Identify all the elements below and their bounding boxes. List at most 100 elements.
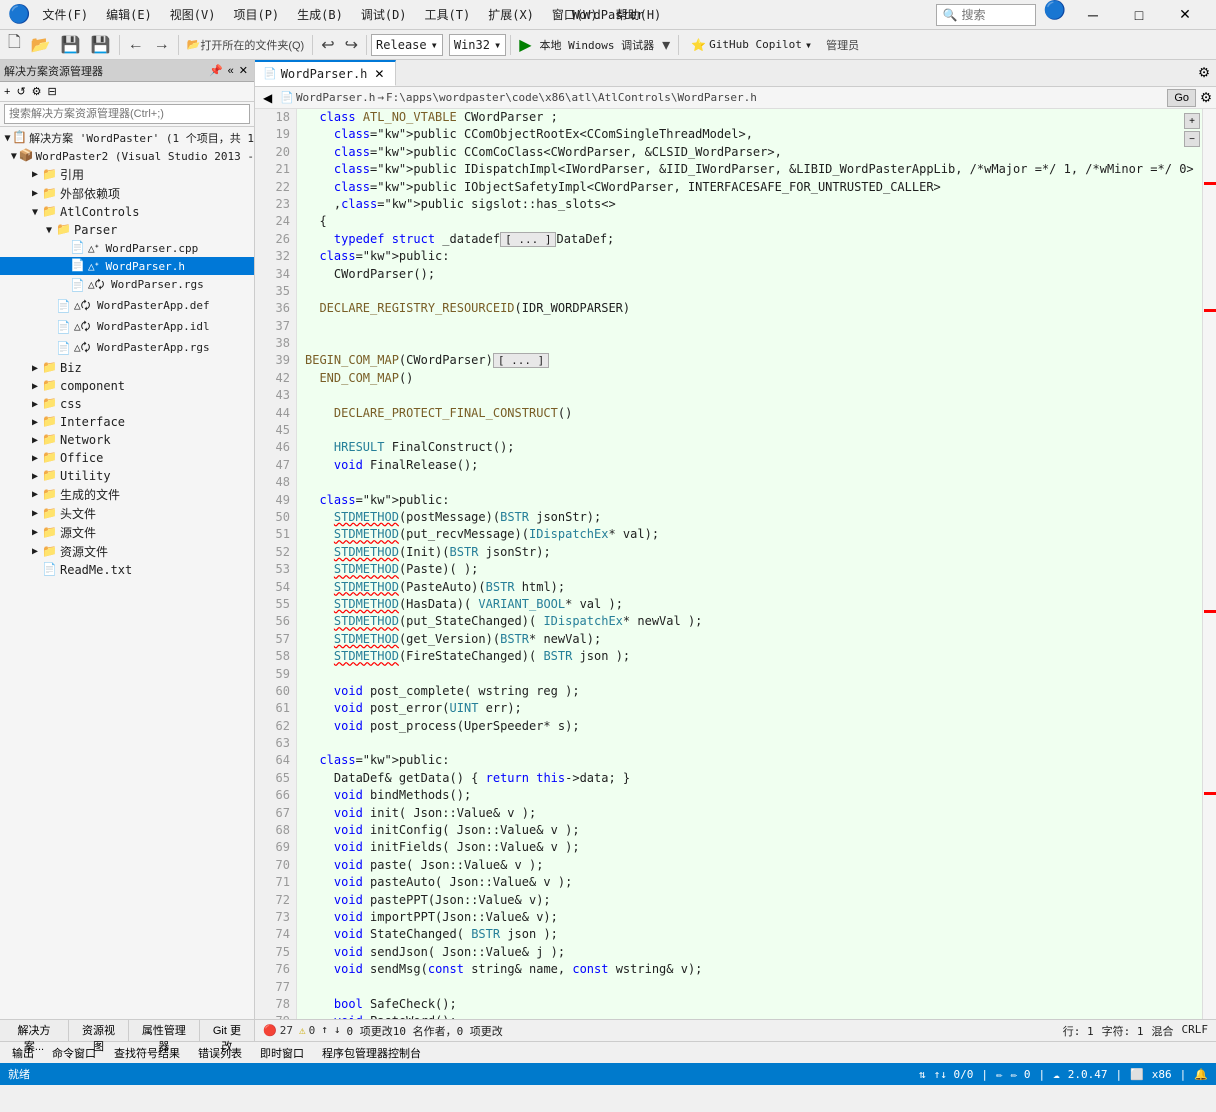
toolbar-open-folder-btn[interactable]: 📂 打开所在的文件夹(Q) [183, 35, 309, 55]
menu-extensions[interactable]: 扩展(X) [480, 2, 542, 27]
platform-dropdown[interactable]: Win32 ▾ [449, 34, 506, 56]
zoom-in-btn[interactable]: + [1184, 113, 1200, 129]
copilot-btn[interactable]: ⭐ GitHub Copilot ▾ [691, 38, 812, 52]
menu-edit[interactable]: 编辑(E) [98, 2, 160, 27]
nav-up-icon[interactable]: ↑ [321, 1023, 328, 1039]
tree-item-interface[interactable]: ▶ 📁 Interface [0, 413, 254, 431]
code-content[interactable]: class ATL_NO_VTABLE CWordParser ; class=… [297, 109, 1216, 1019]
toolbar-back-btn[interactable]: ← [124, 34, 148, 56]
nav-go-btn[interactable]: Go [1167, 89, 1196, 107]
resource-view-tab-btn[interactable]: 资源视图 [69, 1020, 129, 1041]
tab-bar: 📄 WordParser.h ✕ ⚙ [255, 60, 1216, 87]
config-dropdown[interactable]: Release ▾ [371, 34, 443, 56]
toolbar-save-all-btn[interactable]: 💾 [87, 33, 115, 57]
network-label: Network [60, 433, 111, 447]
find-symbols-tab-btn[interactable]: 查找符号结果 [106, 1043, 188, 1063]
tree-item-wordparser-h[interactable]: 📄 △ᐩ WordParser.h [0, 257, 254, 275]
menu-debug[interactable]: 调试(D) [353, 2, 415, 27]
menu-tools[interactable]: 工具(T) [417, 2, 479, 27]
cmd-tab-btn[interactable]: 命令窗口 [44, 1043, 104, 1063]
tree-item-app-idl[interactable]: 📄 △🗘 WordPasterApp.idl [0, 317, 254, 338]
tree-item-resources[interactable]: ▶ 📁 资源文件 [0, 542, 254, 561]
tree-item-solution[interactable]: ▼ 📋 解决方案 'WordPaster' (1 个项目，共 1 [0, 129, 254, 147]
menu-file[interactable]: 文件(F) [34, 2, 96, 27]
run-button[interactable]: ▶ [515, 33, 535, 57]
close-button[interactable]: ✕ [1162, 0, 1208, 30]
tree-item-wordparser-cpp[interactable]: 📄 △ᐩ WordParser.cpp [0, 239, 254, 257]
zoom-out-btn[interactable]: − [1184, 131, 1200, 147]
tree-item-biz[interactable]: ▶ 📁 Biz [0, 359, 254, 377]
tree-item-office[interactable]: ▶ 📁 Office [0, 449, 254, 467]
nav-prev-btn[interactable]: ◀ [259, 90, 276, 106]
tree-item-ref[interactable]: ▶ 📁 引用 [0, 165, 254, 184]
pencil-icon: ✏ [996, 1068, 1003, 1081]
output-tab-btn[interactable]: 输出 [4, 1043, 42, 1063]
status-sep-4: | [1180, 1068, 1187, 1081]
tree-item-parser[interactable]: ▼ 📁 Parser [0, 221, 254, 239]
tree-item-app-def[interactable]: 📄 △🗘 WordPasterApp.def [0, 296, 254, 317]
nav-path: 📄 WordParser.h → F:\apps\wordpaster\code… [280, 91, 1163, 104]
menu-project[interactable]: 项目(P) [225, 2, 287, 27]
tree-item-utility[interactable]: ▶ 📁 Utility [0, 467, 254, 485]
run-split-btn[interactable]: ▾ [658, 33, 674, 57]
tab-close-btn[interactable]: ✕ [371, 66, 387, 82]
property-manager-tab-btn[interactable]: 属性管理器 [129, 1020, 200, 1041]
tree-item-project[interactable]: ▼ 📦 WordPaster2 (Visual Studio 2013 - [0, 147, 254, 165]
panel-close-btn[interactable]: ✕ [237, 63, 250, 78]
tree-item-readme[interactable]: 📄 ReadMe.txt [0, 561, 254, 579]
toolbar-undo-btn[interactable]: ↩ [317, 33, 338, 57]
solution-filter-btn[interactable]: ⚙ [30, 84, 44, 99]
git-changes-tab-btn[interactable]: Git 更改 [200, 1020, 254, 1041]
tree-item-network[interactable]: ▶ 📁 Network [0, 431, 254, 449]
tab-wordparser-h[interactable]: 📄 WordParser.h ✕ [255, 60, 396, 86]
editor-status-right: 行: 1 字符: 1 混合 CRLF [1063, 1023, 1208, 1039]
tree-item-generated[interactable]: ▶ 📁 生成的文件 [0, 485, 254, 504]
tab-settings-btn[interactable]: ⚙ [1192, 60, 1216, 86]
package-console-tab-btn[interactable]: 程序包管理器控制台 [314, 1043, 429, 1063]
main-layout: 解决方案资源管理器 📌 « ✕ + ↺ ⚙ ⊟ ▼ 📋 解决方案 'WordPa… [0, 60, 1216, 1041]
biz-arrow-icon: ▶ [28, 363, 42, 374]
toolbar-forward-btn[interactable]: → [150, 34, 174, 56]
code-line-47: void FinalRelease(); [305, 457, 1208, 474]
admin-btn[interactable]: 管理员 [822, 35, 863, 55]
immediate-tab-btn[interactable]: 即时窗口 [252, 1043, 312, 1063]
tree-item-external[interactable]: ▶ 📁 外部依赖项 [0, 184, 254, 203]
tree-item-app-rgs[interactable]: 📄 △🗘 WordPasterApp.rgs [0, 338, 254, 359]
panel-pin-btn[interactable]: 📌 [207, 63, 225, 78]
solution-add-btn[interactable]: + [2, 85, 12, 99]
menu-build[interactable]: 生成(B) [289, 2, 351, 27]
tree-item-sources[interactable]: ▶ 📁 源文件 [0, 523, 254, 542]
error-list-tab-btn[interactable]: 错误列表 [190, 1043, 250, 1063]
toolbar-save-btn[interactable]: 💾 [57, 33, 85, 57]
platform-icon: ⬜ [1130, 1068, 1144, 1081]
tree-item-wordparser-rgs[interactable]: 📄 △🗘 WordParser.rgs [0, 275, 254, 296]
minimize-button[interactable]: ─ [1070, 0, 1116, 30]
scroll-mark-3 [1204, 610, 1216, 613]
pencil-count: ✏ 0 [1011, 1068, 1031, 1081]
menu-view[interactable]: 视图(V) [162, 2, 224, 27]
code-line-60: void post_complete( wstring reg ); [305, 683, 1208, 700]
toolbar-open-btn[interactable]: 📂 [27, 33, 55, 57]
nav-settings-icon[interactable]: ⚙ [1200, 90, 1212, 106]
toolbar-redo-btn[interactable]: ↪ [341, 33, 362, 57]
code-line-64: class="kw">public: [305, 752, 1208, 769]
solution-search-input[interactable] [4, 104, 250, 124]
nav-down-icon[interactable]: ↓ [334, 1023, 341, 1039]
code-line-76: void sendMsg(const string& name, const w… [305, 961, 1208, 978]
solution-refresh-btn[interactable]: ↺ [14, 84, 27, 99]
solution-tab-btn[interactable]: 解决方案... [0, 1020, 69, 1041]
tree-item-css[interactable]: ▶ 📁 css [0, 395, 254, 413]
solution-collapse-btn[interactable]: ⊟ [46, 84, 59, 99]
toolbar-new-btn[interactable]: 🗋 [4, 29, 25, 60]
panel-arrow-btn[interactable]: « [226, 63, 236, 78]
tree-item-headers[interactable]: ▶ 📁 头文件 [0, 504, 254, 523]
nav-file-icon: 📄 [280, 91, 294, 104]
tree-item-component[interactable]: ▶ 📁 component [0, 377, 254, 395]
solution-arrow-icon: ▼ [3, 133, 13, 144]
code-scroll[interactable]: class ATL_NO_VTABLE CWordParser ; class=… [297, 109, 1216, 1019]
maximize-button[interactable]: □ [1116, 0, 1162, 30]
editor-status-left: 🔴 27 ⚠ 0 ↑ ↓ 0 项更改10 名作者，0 项更改 [263, 1023, 1057, 1039]
tree-item-atlcontrols[interactable]: ▼ 📁 AtlControls [0, 203, 254, 221]
readme-file-icon: 📄 [42, 562, 58, 578]
global-search-input[interactable] [962, 8, 1022, 22]
